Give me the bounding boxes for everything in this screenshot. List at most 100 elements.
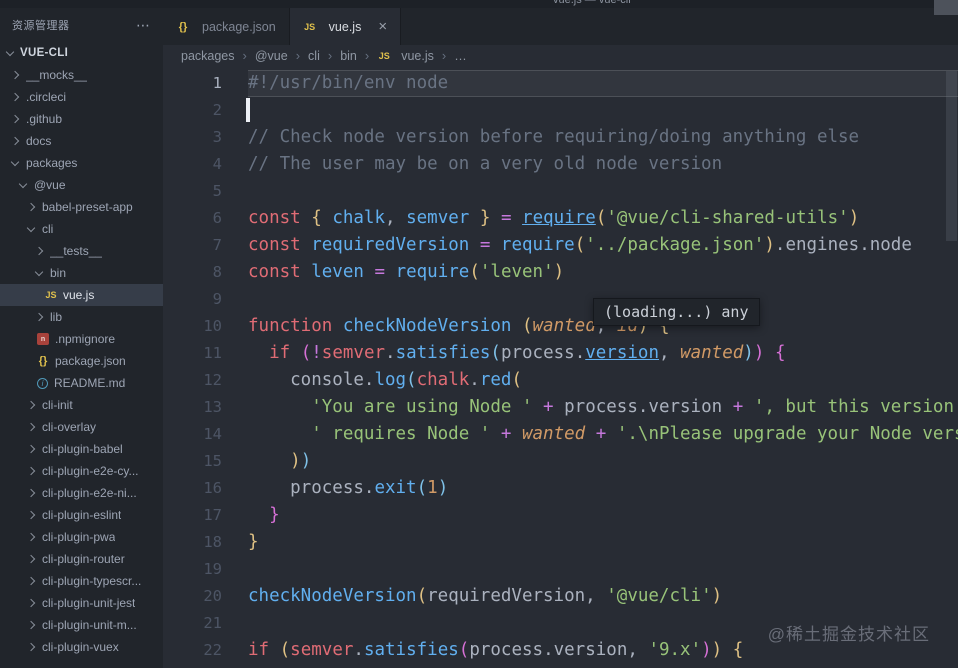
- tree-item-tests[interactable]: __tests__: [0, 240, 163, 262]
- code-line-2[interactable]: 2: [163, 97, 958, 124]
- tree-item-cli-plugin-router[interactable]: cli-plugin-router: [0, 548, 163, 570]
- breadcrumb-separator: ›: [242, 48, 247, 63]
- tree-item-npmignore[interactable]: n .npmignore: [0, 328, 163, 350]
- line-number[interactable]: 17: [163, 502, 248, 529]
- line-number[interactable]: 3: [163, 124, 248, 151]
- code-line-11[interactable]: 11 if (!semver.satisfies(process.version…: [163, 340, 958, 367]
- code-line-9[interactable]: 9: [163, 286, 958, 313]
- line-number[interactable]: 10: [163, 313, 248, 340]
- tree-item-cli-init[interactable]: cli-init: [0, 394, 163, 416]
- tree-item-packages[interactable]: packages: [0, 152, 163, 174]
- code-line-6[interactable]: 6 const { chalk, semver } = require('@vue…: [163, 205, 958, 232]
- tab-vue-js[interactable]: JS vue.js ×: [289, 8, 402, 45]
- tree-item-cli-plugin-eslint[interactable]: cli-plugin-eslint: [0, 504, 163, 526]
- tree-item-bin[interactable]: bin: [0, 262, 163, 284]
- breadcrumb-item-[interactable]: …: [454, 49, 467, 63]
- code-editor[interactable]: 1 #!/usr/bin/env node 2 3// Check node vers…: [163, 67, 958, 668]
- breadcrumb-item-packages[interactable]: packages: [181, 49, 235, 63]
- tree-item-mocks[interactable]: __mocks__: [0, 64, 163, 86]
- line-number[interactable]: 20: [163, 583, 248, 610]
- line-number[interactable]: 2: [163, 97, 248, 124]
- line-number[interactable]: 5: [163, 178, 248, 205]
- code-line-19[interactable]: 19: [163, 556, 958, 583]
- breadcrumb-item-cli[interactable]: cli: [308, 49, 320, 63]
- tree-item-label: babel-preset-app: [42, 200, 133, 214]
- chevron-right-icon: [34, 312, 44, 322]
- tree-item-cli-plugin-typescr[interactable]: cli-plugin-typescr...: [0, 570, 163, 592]
- breadcrumb-item-vue-js[interactable]: JS vue.js: [377, 49, 434, 63]
- code-line-15[interactable]: 15 )): [163, 448, 958, 475]
- js-icon: JS: [378, 51, 390, 61]
- text-cursor: [246, 98, 250, 122]
- breadcrumb-item-vue[interactable]: @vue: [255, 49, 288, 63]
- line-number[interactable]: 6: [163, 205, 248, 232]
- code-line-14[interactable]: 14 ' requires Node ' + wanted + '.\nPlea…: [163, 421, 958, 448]
- tree-item-readme-md[interactable]: i README.md: [0, 372, 163, 394]
- code-line-17[interactable]: 17 }: [163, 502, 958, 529]
- tree-item-package-json[interactable]: {} package.json: [0, 350, 163, 372]
- code-text: process.exit(1): [248, 478, 449, 498]
- tree-item-cli-plugin-babel[interactable]: cli-plugin-babel: [0, 438, 163, 460]
- file-tree: __mocks__ .circleci .github docs packages @vu…: [0, 64, 163, 658]
- line-number[interactable]: 16: [163, 475, 248, 502]
- code-line-20[interactable]: 20 checkNodeVersion(requiredVersion, '@vu…: [163, 583, 958, 610]
- tree-item-lib[interactable]: lib: [0, 306, 163, 328]
- project-section-header[interactable]: VUE-CLI: [0, 42, 163, 64]
- line-number[interactable]: 7: [163, 232, 248, 259]
- tree-item-cli-plugin-pwa[interactable]: cli-plugin-pwa: [0, 526, 163, 548]
- line-number[interactable]: 12: [163, 367, 248, 394]
- breadcrumb-separator: ›: [364, 48, 370, 63]
- scrollbar-thumb[interactable]: [946, 71, 957, 241]
- tree-item-circleci[interactable]: .circleci: [0, 86, 163, 108]
- tree-item-cli-plugin-e2e-cy[interactable]: cli-plugin-e2e-cy...: [0, 460, 163, 482]
- close-icon[interactable]: ×: [378, 19, 387, 34]
- tree-item-cli-plugin-unit-m[interactable]: cli-plugin-unit-m...: [0, 614, 163, 636]
- line-number[interactable]: 21: [163, 610, 248, 637]
- code-line-12[interactable]: 12 console.log(chalk.red(: [163, 367, 958, 394]
- tree-item-github[interactable]: .github: [0, 108, 163, 130]
- code-line-18[interactable]: 18}: [163, 529, 958, 556]
- tree-item-docs[interactable]: docs: [0, 130, 163, 152]
- line-number[interactable]: 15: [163, 448, 248, 475]
- tree-item-cli-plugin-e2e-ni[interactable]: cli-plugin-e2e-ni...: [0, 482, 163, 504]
- tree-item-cli[interactable]: cli: [0, 218, 163, 240]
- tree-item-cli-overlay[interactable]: cli-overlay: [0, 416, 163, 438]
- tree-item-cli-plugin-unit-jest[interactable]: cli-plugin-unit-jest: [0, 592, 163, 614]
- line-number[interactable]: 8: [163, 259, 248, 286]
- line-number[interactable]: 4: [163, 151, 248, 178]
- chevron-right-icon: [26, 510, 36, 520]
- line-number[interactable]: 14: [163, 421, 248, 448]
- code-line-16[interactable]: 16 process.exit(1): [163, 475, 958, 502]
- code-line-10[interactable]: 10 function checkNodeVersion (wanted, id)…: [163, 313, 958, 340]
- line-number[interactable]: 18: [163, 529, 248, 556]
- code-line-1[interactable]: 1 #!/usr/bin/env node: [163, 70, 958, 97]
- window-control[interactable]: [934, 0, 958, 15]
- tab-package-json[interactable]: {} package.json: [163, 8, 290, 45]
- line-number[interactable]: 11: [163, 340, 248, 367]
- more-actions-icon[interactable]: ⋯: [136, 18, 151, 32]
- line-number[interactable]: 19: [163, 556, 248, 583]
- tree-item-vue-js[interactable]: JS vue.js: [0, 284, 163, 306]
- explorer-header: 资源管理器 ⋯: [0, 8, 163, 42]
- code-line-3[interactable]: 3// Check node version before requiring/…: [163, 124, 958, 151]
- json-icon: {}: [38, 355, 48, 367]
- breadcrumb-item-bin[interactable]: bin: [340, 49, 357, 63]
- code-line-4[interactable]: 4// The user may be on a very old node v…: [163, 151, 958, 178]
- code-line-13[interactable]: 13 'You are using Node ' + process.versi…: [163, 394, 958, 421]
- line-number[interactable]: 13: [163, 394, 248, 421]
- tree-item-vue[interactable]: @vue: [0, 174, 163, 196]
- chevron-right-icon: [10, 136, 20, 146]
- code-line-5[interactable]: 5: [163, 178, 958, 205]
- line-number[interactable]: 9: [163, 286, 248, 313]
- code-line-8[interactable]: 8 const leven = require('leven'): [163, 259, 958, 286]
- chevron-right-icon: [26, 576, 36, 586]
- chevron-right-icon: [26, 598, 36, 608]
- line-number[interactable]: 22: [163, 637, 248, 664]
- tree-item-cli-plugin-vuex[interactable]: cli-plugin-vuex: [0, 636, 163, 658]
- tree-item-label: package.json: [55, 354, 126, 368]
- line-number[interactable]: 1: [163, 70, 248, 97]
- tree-item-babel-preset-app[interactable]: babel-preset-app: [0, 196, 163, 218]
- js-icon: JS: [304, 21, 316, 32]
- code-line-7[interactable]: 7 const requiredVersion = require('../pac…: [163, 232, 958, 259]
